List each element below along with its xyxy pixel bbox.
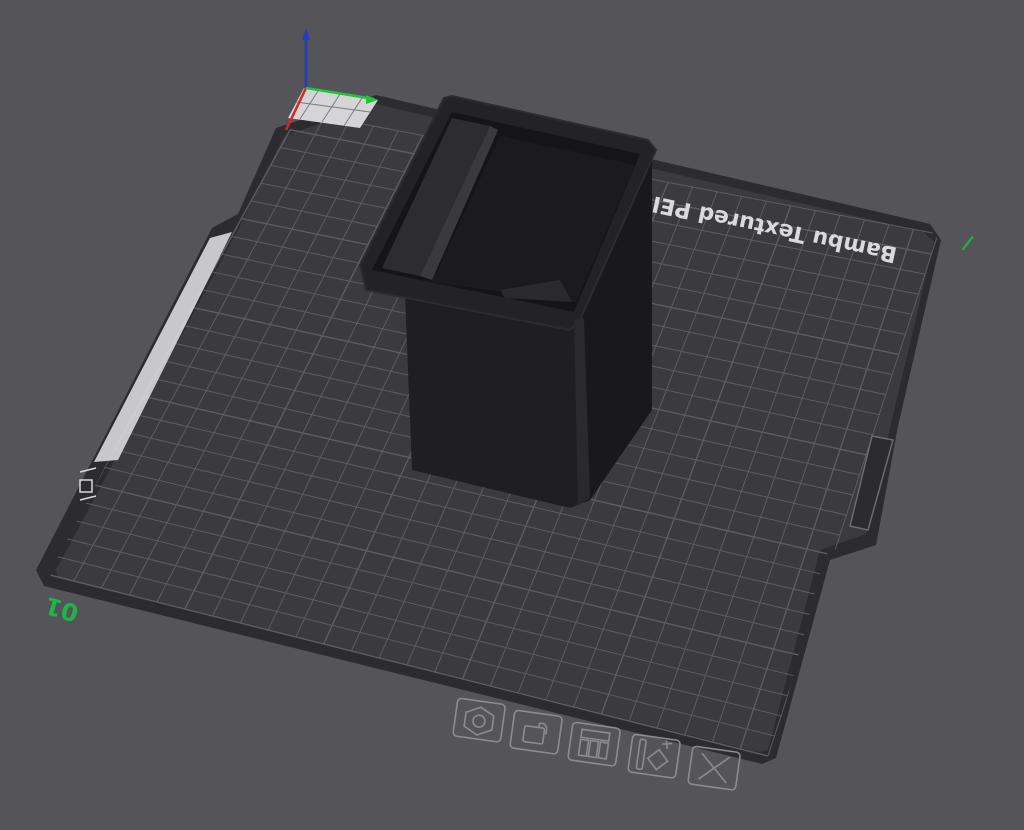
z-axis-arrow [302, 28, 310, 40]
lock-icon [522, 722, 548, 745]
orient-button[interactable] [452, 697, 506, 743]
hexagon-nut-icon [463, 706, 495, 736]
arrange-icon [577, 728, 611, 760]
plate-settings-icon [635, 738, 673, 771]
axis-gizmo [284, 28, 378, 131]
plate-number-mirror: / [960, 230, 976, 255]
3d-viewport[interactable]: Bambu Textured PEI Plate 01 / [0, 0, 1024, 830]
lock-button[interactable] [509, 709, 563, 755]
plate-number: 01 [42, 591, 82, 627]
close-icon [697, 752, 731, 784]
arrange-button[interactable] [567, 721, 621, 767]
